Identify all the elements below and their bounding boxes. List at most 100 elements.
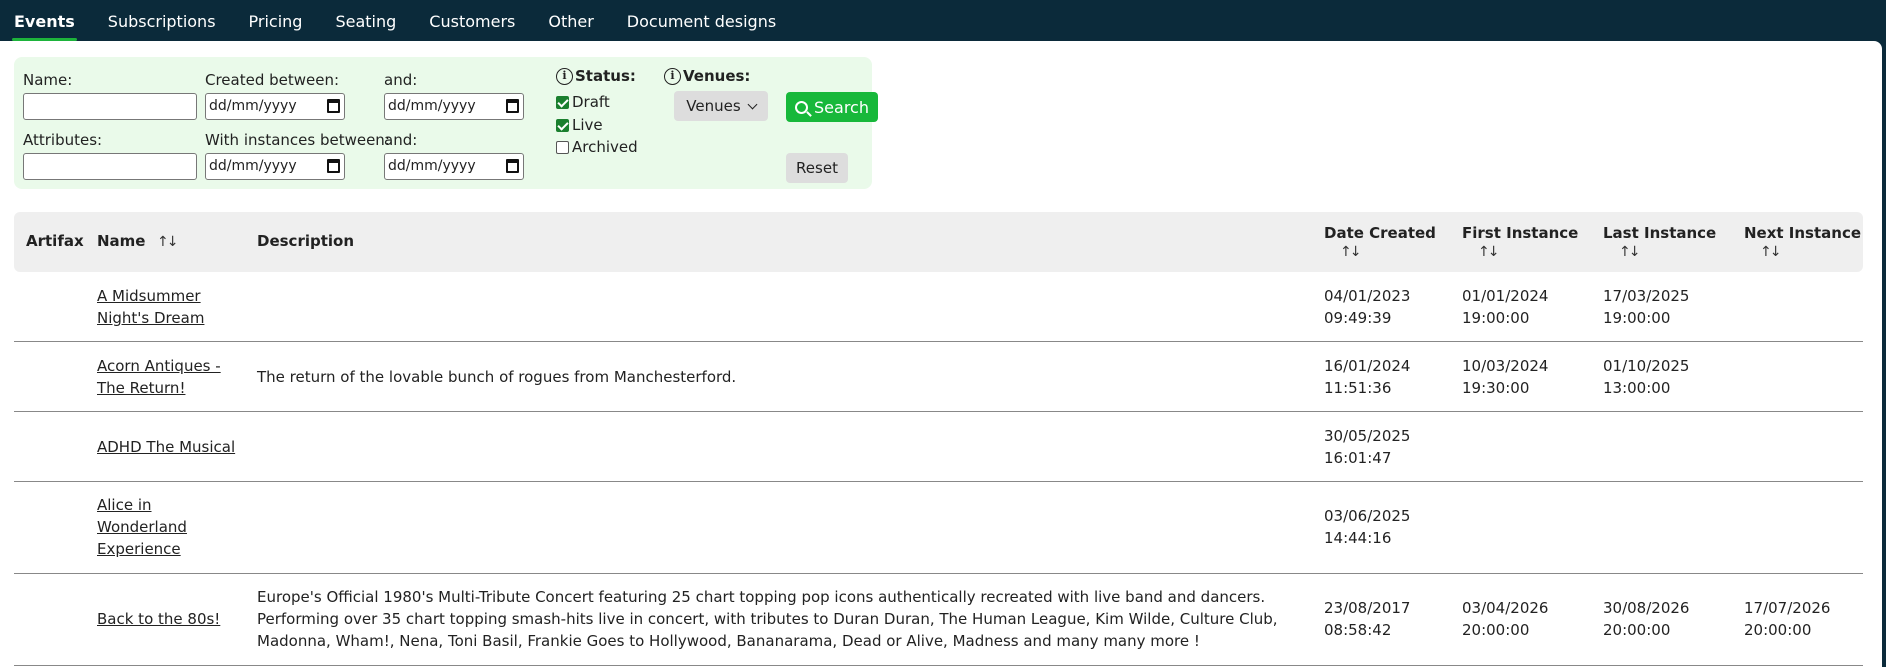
date-created-cell: 16/01/2024 11:51:36 — [1324, 355, 1410, 399]
event-name-link[interactable]: Acorn Antiques - The Return! — [97, 357, 221, 397]
last-instance-cell: 01/10/2025 13:00:00 — [1603, 355, 1689, 399]
date-placeholder: dd/mm/yyyy — [209, 98, 297, 114]
search-button[interactable]: Search — [786, 92, 878, 122]
time-value: 20:00:00 — [1744, 621, 1812, 639]
status-label: Status: — [575, 67, 636, 85]
table-header: Artifax Name ↑↓ Description Date Created… — [14, 212, 1863, 272]
tab-pricing[interactable]: Pricing — [249, 12, 303, 41]
date-value: 10/03/2024 — [1462, 357, 1549, 375]
table-row: Acorn Antiques - The Return! The return … — [14, 342, 1863, 412]
status-option-live[interactable]: Live — [556, 116, 603, 134]
time-value: 19:00:00 — [1603, 309, 1671, 327]
next-instance-cell: 17/07/2026 20:00:00 — [1744, 597, 1830, 641]
event-description: The return of the lovable bunch of rogue… — [257, 368, 737, 386]
venues-dropdown-label: Venues — [686, 97, 741, 115]
date-created-cell: 03/06/2025 14:44:16 — [1324, 505, 1410, 549]
time-value: 08:58:42 — [1324, 621, 1392, 639]
date-value: 04/01/2023 — [1324, 287, 1411, 305]
reset-button[interactable]: Reset — [786, 153, 848, 183]
time-value: 09:49:39 — [1324, 309, 1392, 327]
sort-icon[interactable]: ↑↓ — [1478, 244, 1500, 260]
live-label: Live — [572, 116, 603, 134]
date-placeholder: dd/mm/yyyy — [388, 158, 476, 174]
venues-dropdown[interactable]: Venues — [674, 91, 768, 121]
sort-icon[interactable]: ↑↓ — [1340, 244, 1362, 260]
calendar-icon[interactable] — [506, 159, 519, 173]
date-value: 23/08/2017 — [1324, 599, 1411, 617]
date-created-cell: 30/05/2025 16:01:47 — [1324, 425, 1410, 469]
events-page: Name: Created between: dd/mm/yyyy and: d… — [0, 41, 1882, 667]
status-heading: i Status: — [556, 67, 636, 85]
instances-to-date-input[interactable]: dd/mm/yyyy — [384, 153, 524, 180]
calendar-icon[interactable] — [506, 99, 519, 113]
header-artifax[interactable]: Artifax — [26, 232, 84, 250]
first-instance-cell: 01/01/2024 19:00:00 — [1462, 285, 1548, 329]
event-name-cell: ADHD The Musical — [97, 436, 247, 458]
event-name-link[interactable]: ADHD The Musical — [97, 438, 235, 456]
sort-icon[interactable]: ↑↓ — [157, 234, 179, 250]
name-label: Name: — [23, 71, 73, 89]
event-name-link[interactable]: Back to the 80s! — [97, 610, 220, 628]
date-value: 17/03/2025 — [1603, 287, 1690, 305]
event-name-link[interactable]: A Midsummer Night's Dream — [97, 287, 204, 327]
event-name-cell: Alice in Wonderland Experience — [97, 494, 197, 560]
created-from-date-input[interactable]: dd/mm/yyyy — [205, 93, 345, 120]
date-placeholder: dd/mm/yyyy — [388, 98, 476, 114]
tab-subscriptions[interactable]: Subscriptions — [108, 12, 216, 41]
instances-from-date-input[interactable]: dd/mm/yyyy — [205, 153, 345, 180]
tab-document-designs[interactable]: Document designs — [627, 12, 776, 41]
date-value: 03/04/2026 — [1462, 599, 1549, 617]
table-row: Alice in Wonderland Experience 03/06/202… — [14, 482, 1863, 574]
last-instance-cell: 30/08/2026 20:00:00 — [1603, 597, 1689, 641]
draft-checkbox[interactable] — [556, 95, 569, 109]
first-instance-cell: 03/04/2026 20:00:00 — [1462, 597, 1548, 641]
filter-panel: Name: Created between: dd/mm/yyyy and: d… — [14, 57, 878, 189]
first-instance-cell: 10/03/2024 19:30:00 — [1462, 355, 1548, 399]
time-value: 14:44:16 — [1324, 529, 1392, 547]
last-instance-cell: 17/03/2025 19:00:00 — [1603, 285, 1689, 329]
events-table: Artifax Name ↑↓ Description Date Created… — [14, 212, 1863, 666]
name-input[interactable] — [23, 93, 197, 120]
tab-seating[interactable]: Seating — [335, 12, 396, 41]
date-created-cell: 04/01/2023 09:49:39 — [1324, 285, 1410, 329]
venues-heading: i Venues: — [664, 67, 750, 85]
calendar-icon[interactable] — [327, 159, 340, 173]
date-value: 01/01/2024 — [1462, 287, 1549, 305]
tab-events[interactable]: Events — [12, 12, 77, 41]
header-name[interactable]: Name — [97, 232, 145, 250]
tab-other[interactable]: Other — [548, 12, 593, 41]
header-last-instance[interactable]: Last Instance — [1603, 224, 1716, 242]
archived-checkbox[interactable] — [556, 140, 569, 154]
sort-icon[interactable]: ↑↓ — [1760, 244, 1782, 260]
time-value: 11:51:36 — [1324, 379, 1392, 397]
info-icon[interactable]: i — [556, 67, 573, 85]
date-value: 03/06/2025 — [1324, 507, 1411, 525]
instances-between-label: With instances between: — [205, 131, 390, 149]
date-value: 17/07/2026 — [1744, 599, 1831, 617]
venues-label: Venues: — [683, 67, 751, 85]
header-next-instance[interactable]: Next Instance — [1744, 224, 1861, 242]
sort-icon[interactable]: ↑↓ — [1619, 244, 1641, 260]
date-value: 16/01/2024 — [1324, 357, 1411, 375]
event-name-cell: Acorn Antiques - The Return! — [97, 355, 232, 399]
event-name-link[interactable]: Alice in Wonderland Experience — [97, 496, 187, 558]
tab-customers[interactable]: Customers — [429, 12, 515, 41]
table-row: Back to the 80s! Europe's Official 1980'… — [14, 574, 1863, 666]
calendar-icon[interactable] — [327, 99, 340, 113]
header-date-created[interactable]: Date Created — [1324, 224, 1436, 242]
archived-label: Archived — [572, 138, 638, 156]
table-row: ADHD The Musical 30/05/2025 16:01:47 — [14, 412, 1863, 482]
status-option-draft[interactable]: Draft — [556, 93, 610, 111]
created-to-date-input[interactable]: dd/mm/yyyy — [384, 93, 524, 120]
status-option-archived[interactable]: Archived — [556, 138, 638, 156]
created-between-label: Created between: — [205, 71, 340, 89]
header-first-instance[interactable]: First Instance — [1462, 224, 1578, 242]
attributes-input[interactable] — [23, 153, 197, 180]
attributes-label: Attributes: — [23, 131, 103, 149]
info-icon[interactable]: i — [664, 67, 681, 85]
event-name-cell: A Midsummer Night's Dream — [97, 285, 207, 329]
live-checkbox[interactable] — [556, 118, 569, 132]
date-value: 30/05/2025 — [1324, 427, 1411, 445]
time-value: 20:00:00 — [1603, 621, 1671, 639]
instances-and-label: and: — [384, 131, 418, 149]
